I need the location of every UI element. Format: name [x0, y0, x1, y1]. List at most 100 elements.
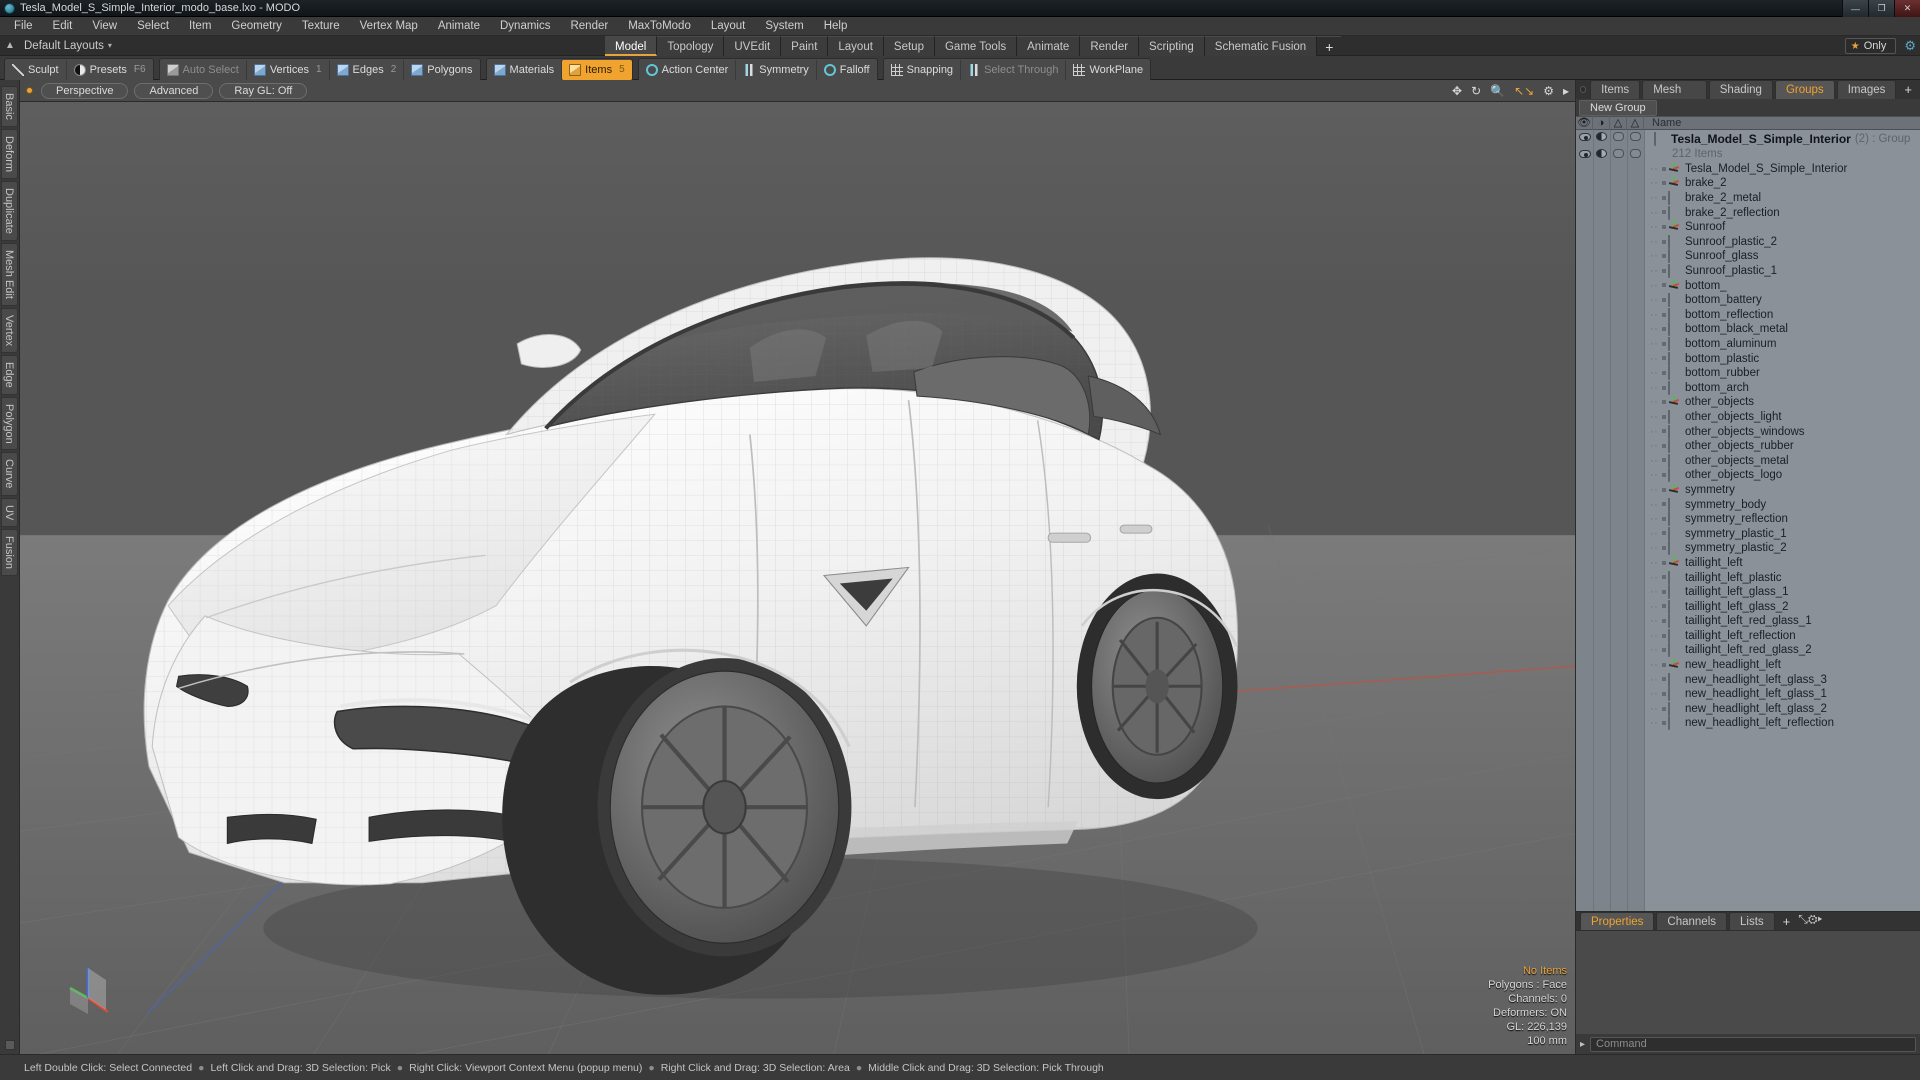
layout-tab-uvedit[interactable]: UVEdit	[724, 36, 782, 56]
tree-expand-marker[interactable]	[1662, 268, 1666, 273]
tree-expand-marker[interactable]	[1662, 662, 1666, 667]
layout-tab-schematic-fusion[interactable]: Schematic Fusion	[1204, 36, 1318, 56]
tool-tab-uv[interactable]: UV	[1, 497, 18, 528]
tree-expand-marker[interactable]	[1662, 195, 1666, 200]
layout-tab-render[interactable]: Render	[1080, 36, 1140, 56]
tree-item[interactable]: ·· bottom_aluminum	[1576, 337, 1920, 352]
shading-column-icon[interactable]: ◑	[1593, 116, 1610, 130]
lock-column-icon[interactable]: △	[1610, 116, 1627, 130]
viewport-projection-button[interactable]: Perspective	[41, 82, 129, 99]
layout-tab-model[interactable]: Model	[605, 36, 658, 56]
tree-expand-marker[interactable]	[1662, 560, 1666, 565]
tree-item[interactable]: ·· Sunroof_glass	[1576, 249, 1920, 264]
gear-icon[interactable]: ⚙	[1808, 912, 1818, 926]
properties-tab-lists[interactable]: Lists	[1729, 912, 1775, 930]
right-panel-menu-dot[interactable]	[1580, 86, 1587, 93]
mode-button-edges[interactable]: Edges 2	[330, 59, 405, 80]
mode-button-items[interactable]: Items 5	[562, 59, 632, 80]
tree-item[interactable]: ·· other_objects_light	[1576, 409, 1920, 425]
tree-expand-marker[interactable]	[1662, 356, 1666, 361]
properties-tab-channels[interactable]: Channels	[1656, 912, 1728, 930]
expand-icon[interactable]: ⤡	[1798, 912, 1808, 926]
tool-tab-curve[interactable]: Curve	[1, 452, 18, 496]
tree-item[interactable]: ·· Sunroof_plastic_2	[1576, 234, 1920, 250]
tree-item[interactable]: ·· brake_2_metal	[1576, 191, 1920, 206]
tree-expand-marker[interactable]	[1662, 677, 1666, 682]
properties-tab-properties[interactable]: Properties	[1580, 912, 1655, 930]
menu-item-system[interactable]: System	[755, 17, 813, 36]
right-panel-tab-groups[interactable]: Groups	[1774, 80, 1835, 99]
tree-expand-marker[interactable]	[1662, 575, 1666, 580]
menu-item-help[interactable]: Help	[814, 17, 858, 36]
mode-button-workplane[interactable]: WorkPlane	[1066, 60, 1150, 80]
right-panel-add-tab-button[interactable]: +	[1898, 80, 1918, 99]
mode-button-snapping[interactable]: Snapping	[884, 59, 962, 80]
lock-toggle[interactable]	[1610, 132, 1627, 144]
add-layout-tab-button[interactable]: +	[1317, 36, 1342, 56]
menu-item-view[interactable]: View	[82, 17, 127, 36]
menu-item-render[interactable]: Render	[560, 17, 618, 36]
viewport-shading-button[interactable]: Advanced	[134, 82, 214, 99]
tree-expand-marker[interactable]	[1662, 648, 1666, 653]
tool-strip-handle[interactable]	[4, 1040, 15, 1050]
mode-button-sculpt[interactable]: Sculpt	[5, 59, 67, 80]
right-panel-tab-shading[interactable]: Shading	[1708, 80, 1773, 99]
tree-item[interactable]: ·· symmetry	[1576, 483, 1920, 498]
lock-toggle[interactable]	[1610, 149, 1627, 161]
tree-item[interactable]: ·· Sunroof_plastic_1	[1576, 264, 1920, 279]
tree-item[interactable]: ·· bottom_	[1576, 278, 1920, 293]
mode-button-select-through[interactable]: Select Through	[961, 59, 1067, 80]
tree-item[interactable]: ·· other_objects_logo	[1576, 468, 1920, 483]
tree-expand-marker[interactable]	[1662, 487, 1666, 492]
maximize-button[interactable]: ❐	[1868, 0, 1894, 17]
tree-expand-marker[interactable]	[1662, 691, 1666, 696]
tool-tab-polygon[interactable]: Polygon	[1, 396, 18, 451]
shading-toggle[interactable]	[1593, 149, 1610, 161]
tree-expand-marker[interactable]	[1662, 400, 1666, 405]
layout-tab-setup[interactable]: Setup	[883, 36, 935, 56]
tree-expand-marker[interactable]	[1662, 312, 1666, 317]
tool-tab-vertex[interactable]: Vertex	[1, 307, 18, 353]
new-group-button[interactable]: New Group	[1579, 99, 1657, 116]
visibility-toggle[interactable]	[1576, 132, 1593, 144]
minimize-button[interactable]: —	[1842, 0, 1868, 17]
tool-tab-mesh-edit[interactable]: Mesh Edit	[1, 242, 18, 306]
command-input[interactable]: Command	[1590, 1036, 1916, 1052]
menu-item-animate[interactable]: Animate	[428, 17, 490, 36]
tree-expand-marker[interactable]	[1662, 429, 1666, 434]
gear-icon[interactable]: ⚙	[1904, 38, 1916, 54]
tree-expand-marker[interactable]	[1662, 531, 1666, 536]
viewport-raygl-button[interactable]: Ray GL: Off	[219, 82, 308, 99]
tree-item[interactable]: ·· new_headlight_left_glass_3	[1576, 672, 1920, 687]
layout-tab-paint[interactable]: Paint	[781, 36, 829, 56]
zoom-icon[interactable]: 🔍	[1490, 84, 1505, 98]
item-tree[interactable]: Tesla_Model_S_Simple_Interior (2) : Group…	[1576, 130, 1920, 911]
tree-expand-marker[interactable]	[1662, 546, 1666, 551]
visibility-toggle[interactable]	[1576, 149, 1593, 161]
tree-item[interactable]: ·· other_objects_metal	[1576, 453, 1920, 468]
tool-tab-deform[interactable]: Deform	[1, 128, 18, 179]
layout-tab-topology[interactable]: Topology	[657, 36, 725, 56]
tree-item[interactable]: ·· taillight_left_glass_2	[1576, 599, 1920, 614]
close-button[interactable]: ✕	[1894, 0, 1920, 17]
tree-expand-marker[interactable]	[1662, 721, 1666, 726]
fit-icon[interactable]: ↖↘	[1514, 84, 1534, 98]
tree-item[interactable]: ·· symmetry_plastic_1	[1576, 526, 1920, 541]
mode-button-vertices[interactable]: Vertices 1	[247, 59, 330, 80]
only-toggle[interactable]: ★ Only	[1844, 38, 1897, 54]
tree-expand-marker[interactable]	[1662, 604, 1666, 609]
menu-item-vertex-map[interactable]: Vertex Map	[350, 17, 428, 36]
tree-expand-marker[interactable]	[1662, 210, 1666, 215]
default-layouts-label[interactable]: Default Layouts	[20, 40, 104, 52]
axis-widget[interactable]	[60, 954, 130, 1024]
tree-expand-marker[interactable]	[1662, 589, 1666, 594]
tree-item[interactable]: ·· bottom_reflection	[1576, 307, 1920, 323]
tree-expand-marker[interactable]	[1662, 283, 1666, 288]
mode-button-presets[interactable]: Presets F6	[67, 60, 153, 80]
expand-arrow-icon[interactable]: ▸	[1563, 84, 1569, 98]
menu-item-file[interactable]: File	[4, 17, 43, 36]
tree-expand-marker[interactable]	[1662, 706, 1666, 711]
rotate-icon[interactable]: ↻	[1471, 84, 1481, 98]
layout-tab-animate[interactable]: Animate	[1017, 36, 1081, 56]
layout-tab-scripting[interactable]: Scripting	[1139, 36, 1205, 56]
